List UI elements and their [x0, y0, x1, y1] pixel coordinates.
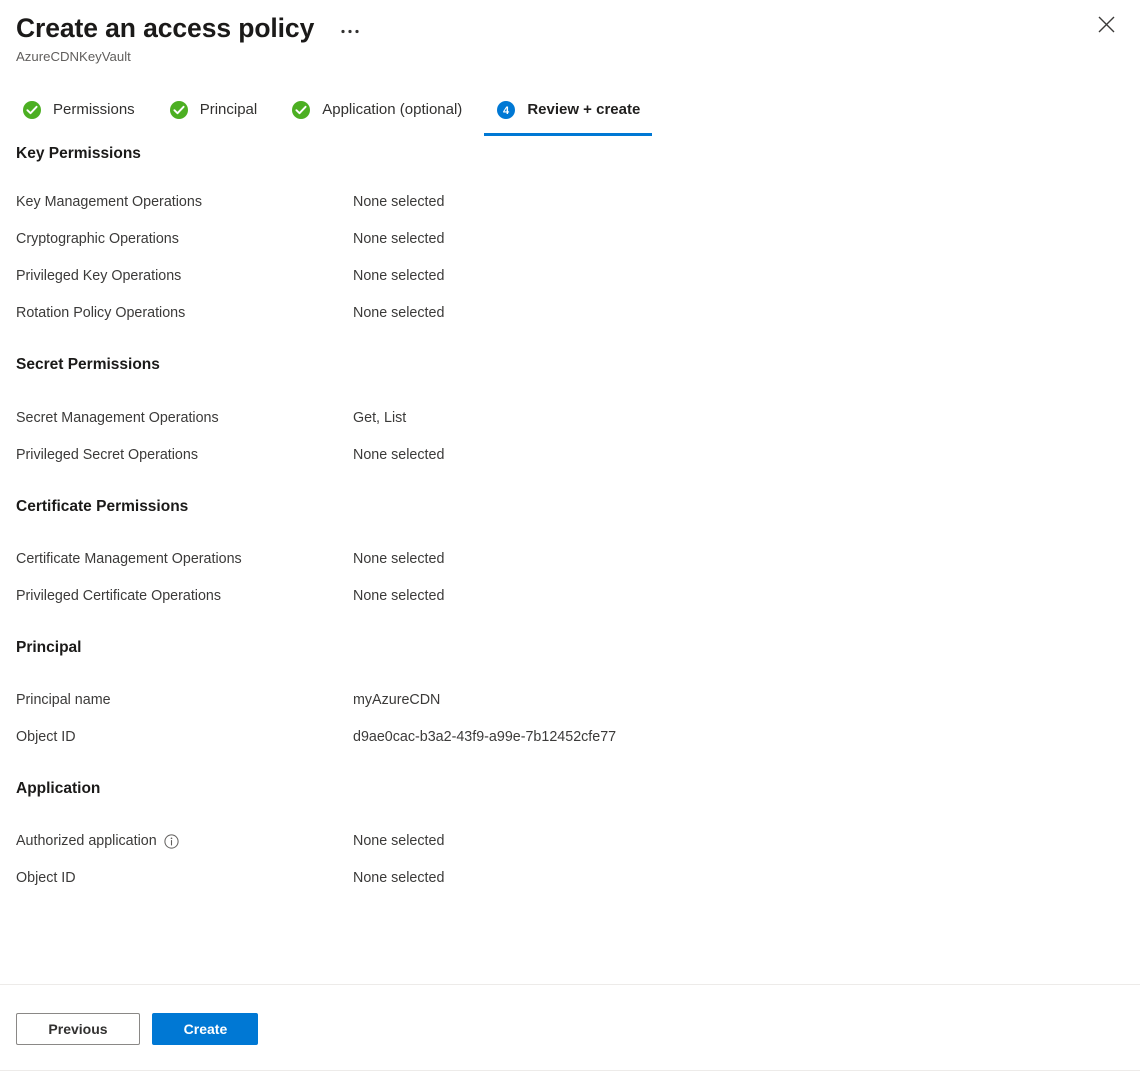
title-row: Create an access policy [0, 0, 1140, 45]
row-principal-object-id: Object ID d9ae0cac-b3a2-43f9-a99e-7b1245… [16, 727, 1140, 747]
more-options-icon[interactable] [335, 19, 365, 43]
wizard-tabs: Permissions Principal Application (optio… [0, 66, 1140, 136]
check-circle-icon [291, 100, 311, 120]
section-heading-principal: Principal [16, 639, 82, 656]
row-value: None selected [353, 551, 445, 567]
row-label: Privileged Secret Operations [16, 447, 198, 463]
tab-label: Review + create [527, 101, 641, 118]
row-authorized-application: Authorized application None selected [16, 831, 1140, 851]
tab-label: Application (optional) [322, 101, 463, 118]
row-privileged-key-operations: Privileged Key Operations None selected [16, 266, 1140, 286]
row-value: None selected [353, 833, 445, 849]
row-value: None selected [353, 870, 445, 886]
check-circle-icon [22, 100, 42, 120]
row-label: Authorized application [16, 831, 353, 851]
section-heading-key-permissions: Key Permissions [16, 145, 141, 162]
review-content: Key Permissions Key Management Operation… [0, 114, 1140, 888]
tab-principal[interactable]: Principal [157, 92, 270, 128]
tab-application-optional[interactable]: Application (optional) [279, 92, 474, 128]
row-value: None selected [353, 268, 445, 284]
check-circle-icon [169, 100, 189, 120]
row-application-object-id: Object ID None selected [16, 868, 1140, 888]
row-label: Secret Management Operations [16, 410, 219, 426]
section-heading-certificate-permissions: Certificate Permissions [16, 498, 189, 515]
row-label: Privileged Certificate Operations [16, 588, 222, 604]
row-principal-name: Principal name myAzureCDN [16, 690, 1140, 710]
close-icon[interactable] [1090, 8, 1122, 40]
row-label-text: Authorized application [16, 833, 157, 849]
blade-bottom-border [0, 1070, 1140, 1071]
page-title: Create an access policy [16, 13, 315, 43]
row-label: Key Management Operations [16, 194, 202, 210]
section-heading-secret-permissions: Secret Permissions [16, 356, 160, 373]
row-cryptographic-operations: Cryptographic Operations None selected [16, 229, 1140, 249]
row-rotation-policy-operations: Rotation Policy Operations None selected [16, 303, 1140, 323]
row-label: Object ID [16, 729, 76, 745]
tab-label: Permissions [53, 101, 135, 118]
row-key-management-operations: Key Management Operations None selected [16, 192, 1140, 212]
row-value: None selected [353, 447, 445, 463]
row-label: Certificate Management Operations [16, 551, 242, 567]
row-value: d9ae0cac-b3a2-43f9-a99e-7b12452cfe77 [353, 729, 617, 745]
row-privileged-certificate-operations: Privileged Certificate Operations None s… [16, 586, 1140, 606]
step-number-badge-icon: 4 [496, 100, 516, 120]
row-value: None selected [353, 588, 445, 604]
info-icon[interactable] [164, 833, 179, 849]
row-certificate-management-operations: Certificate Management Operations None s… [16, 549, 1140, 569]
section-heading-application: Application [16, 780, 101, 797]
row-secret-management-operations: Secret Management Operations Get, List [16, 408, 1140, 428]
blade-header: Create an access policy AzureCDNKeyVault [0, 0, 1140, 66]
blade-footer: Previous Create [0, 985, 1140, 1070]
row-label: Rotation Policy Operations [16, 305, 186, 321]
row-value: None selected [353, 231, 445, 247]
previous-button[interactable]: Previous [16, 1013, 140, 1045]
create-button[interactable]: Create [152, 1013, 259, 1045]
active-tab-underline [484, 133, 653, 136]
svg-text:4: 4 [503, 105, 510, 117]
row-label: Privileged Key Operations [16, 268, 182, 284]
row-value: None selected [353, 305, 445, 321]
tab-review-create[interactable]: 4 Review + create [484, 92, 653, 136]
blade-subtitle: AzureCDNKeyVault [16, 49, 131, 64]
row-label: Cryptographic Operations [16, 231, 179, 247]
row-value: myAzureCDN [353, 692, 441, 708]
row-value: None selected [353, 194, 445, 210]
tab-permissions[interactable]: Permissions [16, 92, 147, 128]
tab-label: Principal [199, 101, 258, 118]
row-label: Principal name [16, 692, 111, 708]
row-label: Object ID [16, 870, 76, 886]
row-privileged-secret-operations: Privileged Secret Operations None select… [16, 445, 1140, 465]
row-value: Get, List [353, 410, 407, 426]
